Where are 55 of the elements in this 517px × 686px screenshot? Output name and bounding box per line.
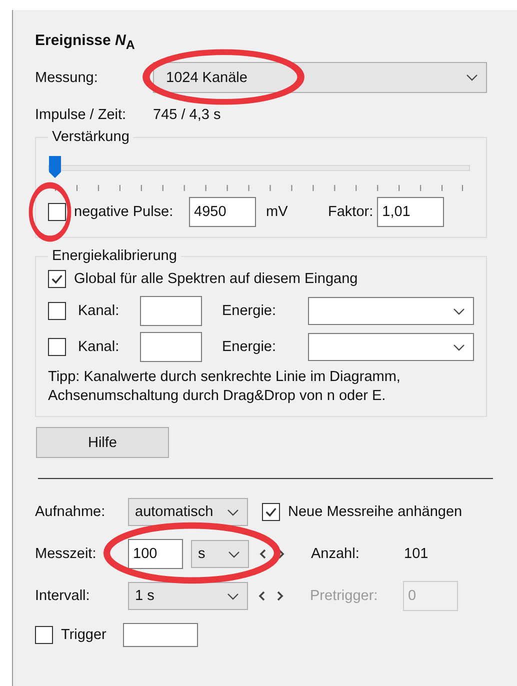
channel-label: Kanal: (78, 303, 120, 319)
slider-thumb[interactable] (48, 155, 62, 179)
chevron-down-icon (227, 592, 239, 600)
chevron-down-icon (227, 508, 239, 516)
interval-label: Intervall: (35, 588, 91, 604)
energy-dropdown[interactable] (308, 333, 474, 361)
factor-field[interactable]: 1,01 (377, 197, 444, 227)
recording-dropdown[interactable]: automatisch (128, 498, 248, 526)
append-series-label: Neue Messreihe anhängen (288, 504, 462, 520)
voltage-field[interactable]: 4950 (189, 197, 256, 227)
time-unit-dropdown[interactable]: s (191, 540, 249, 568)
interval-dropdown[interactable]: 1 s (128, 582, 248, 610)
check-icon (264, 505, 278, 519)
help-button[interactable]: Hilfe (36, 427, 169, 458)
count-label: Anzahl: (311, 546, 360, 562)
checkbox[interactable] (48, 302, 66, 320)
trigger-label: Trigger (61, 627, 108, 643)
pretrigger-label: Pretrigger: (310, 588, 379, 604)
global-calibration-label: Global für alle Spektren auf diesem Eingang (74, 271, 358, 287)
check-icon (50, 272, 64, 286)
unit-label: mV (266, 204, 289, 220)
group-title: Verstärkung (51, 129, 130, 145)
energy-label: Energie: (222, 303, 278, 319)
channel-field[interactable] (140, 296, 202, 326)
channel-field[interactable] (140, 332, 202, 362)
measurement-label: Messung: (35, 70, 99, 86)
negative-pulse-label: negative Pulse: (74, 204, 174, 220)
chevron-down-icon (228, 550, 240, 558)
trigger-dropdown[interactable] (123, 623, 198, 647)
energy-dropdown[interactable] (308, 297, 474, 325)
chevron-down-icon (466, 74, 478, 81)
checkbox[interactable] (35, 626, 53, 644)
measurement-dropdown[interactable]: 1024 Kanäle (153, 62, 487, 93)
energy-label: Energie: (222, 339, 278, 355)
measure-time-label: Messzeit: (35, 546, 98, 562)
impulses-value: 745 / 4,3 s (153, 107, 221, 123)
tip-text: Tipp: Kanalwerte durch senkrechte Linie im Diagramm, Achsenumschaltung durch Drag&Drop von n oder E. (48, 368, 402, 406)
recording-label: Aufnahme: (35, 504, 106, 520)
count-value: 101 (404, 546, 428, 562)
checkbox[interactable] (48, 203, 66, 221)
section-title: Ereignisse N$_{A}$ (35, 32, 136, 52)
impulses-label: Impulse / Zeit: (35, 107, 128, 123)
checkbox[interactable] (262, 503, 280, 521)
chevron-left-icon[interactable] (259, 549, 267, 559)
group-title: Energiekalibrierung (51, 248, 178, 264)
chevron-down-icon (453, 308, 465, 314)
channel-label: Kanal: (78, 339, 120, 355)
checkbox[interactable] (48, 270, 66, 288)
factor-label: Faktor: (328, 204, 374, 220)
measure-time-field[interactable]: 100 (128, 539, 183, 569)
chevron-right-icon[interactable] (276, 591, 284, 601)
chevron-right-icon[interactable] (277, 549, 285, 559)
chevron-down-icon (453, 344, 465, 350)
checkbox[interactable] (48, 338, 66, 356)
chevron-left-icon[interactable] (258, 591, 266, 601)
